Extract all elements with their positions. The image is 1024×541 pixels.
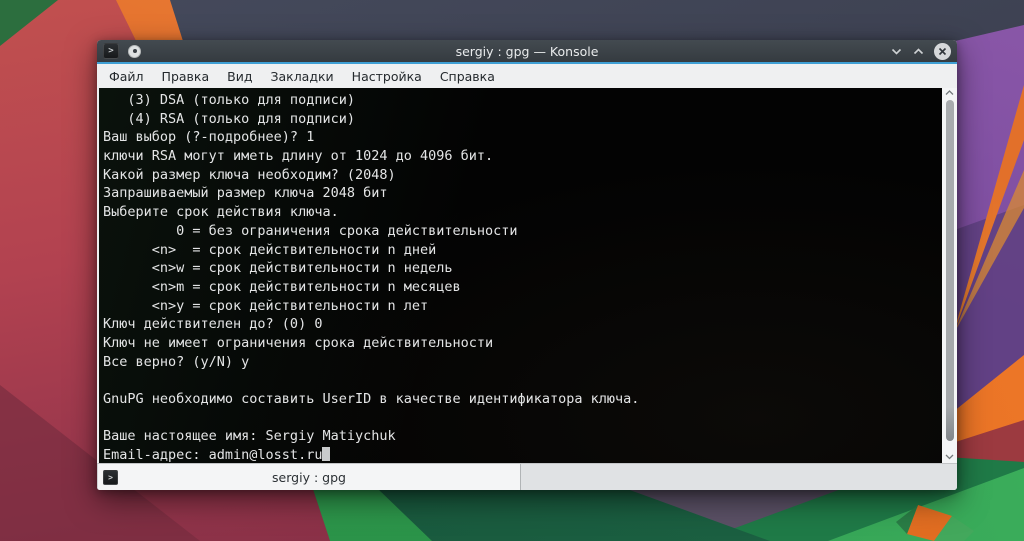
- maximize-button[interactable]: [912, 45, 925, 58]
- terminal-line: Выберите срок действия ключа.: [103, 203, 942, 222]
- close-button[interactable]: [934, 43, 951, 60]
- terminal-line: <n>y = срок действительности n лет: [103, 297, 942, 316]
- desktop: > sergiy : gpg — Konsole Файл Правка Вид…: [0, 0, 1024, 541]
- terminal-line: Все верно? (y/N) y: [103, 353, 942, 372]
- terminal-line: (3) DSA (только для подписи): [103, 91, 942, 110]
- scroll-up-icon[interactable]: [942, 90, 957, 96]
- chevron-up-icon: [912, 45, 925, 58]
- menu-bookmarks[interactable]: Закладки: [261, 66, 342, 87]
- menu-view[interactable]: Вид: [218, 66, 261, 87]
- terminal-line: <n>w = срок действительности n недель: [103, 259, 942, 278]
- menubar: Файл Правка Вид Закладки Настройка Справ…: [97, 64, 957, 88]
- terminal-cursor: [322, 447, 330, 461]
- terminal-line: <n> = срок действительности n дней: [103, 241, 942, 260]
- terminal-line: Какой размер ключа необходим? (2048): [103, 166, 942, 185]
- tab-label: sergiy : gpg: [98, 470, 520, 485]
- minimize-button[interactable]: [890, 45, 903, 58]
- terminal-line: <n>m = срок действительности n месяцев: [103, 278, 942, 297]
- chevron-down-icon: [890, 45, 903, 58]
- terminal-line: Запрашиваемый размер ключа 2048 бит: [103, 184, 942, 203]
- terminal-line: 0 = без ограничения срока действительнос…: [103, 222, 942, 241]
- titlebar[interactable]: > sergiy : gpg — Konsole: [97, 40, 957, 62]
- scrollbar-thumb[interactable]: [946, 100, 954, 441]
- terminal-line: Ваш выбор (?-подробнее)? 1: [103, 128, 942, 147]
- scroll-down-icon[interactable]: [942, 454, 957, 460]
- menu-settings[interactable]: Настройка: [343, 66, 431, 87]
- tabbar: > sergiy : gpg: [97, 463, 957, 490]
- window-title: sergiy : gpg — Konsole: [97, 44, 957, 59]
- terminal-scrollbar[interactable]: [942, 88, 957, 463]
- terminal-input-line[interactable]: Email-адрес: admin@losst.ru: [103, 446, 942, 463]
- terminal-line: (4) RSA (только для подписи): [103, 110, 942, 129]
- close-icon: [938, 47, 947, 56]
- terminal-output[interactable]: (3) DSA (только для подписи) (4) RSA (то…: [99, 88, 942, 463]
- terminal-line-text: Email-адрес: admin@losst.ru: [103, 447, 322, 463]
- terminal-line: [103, 371, 942, 390]
- terminal-line: Ключ действителен до? (0) 0: [103, 315, 942, 334]
- konsole-window: > sergiy : gpg — Konsole Файл Правка Вид…: [97, 40, 957, 490]
- terminal-line: [103, 409, 942, 428]
- tab-sergiy-gpg[interactable]: > sergiy : gpg: [97, 464, 521, 490]
- terminal-line: Ваше настоящее имя: Sergiy Matiychuk: [103, 427, 942, 446]
- menu-edit[interactable]: Правка: [153, 66, 219, 87]
- terminal-line: Ключ не имеет ограничения срока действит…: [103, 334, 942, 353]
- terminal-line: GnuPG необходимо составить UserID в каче…: [103, 390, 942, 409]
- terminal-line: ключи RSA могут иметь длину от 1024 до 4…: [103, 147, 942, 166]
- menu-file[interactable]: Файл: [100, 66, 153, 87]
- menu-help[interactable]: Справка: [431, 66, 504, 87]
